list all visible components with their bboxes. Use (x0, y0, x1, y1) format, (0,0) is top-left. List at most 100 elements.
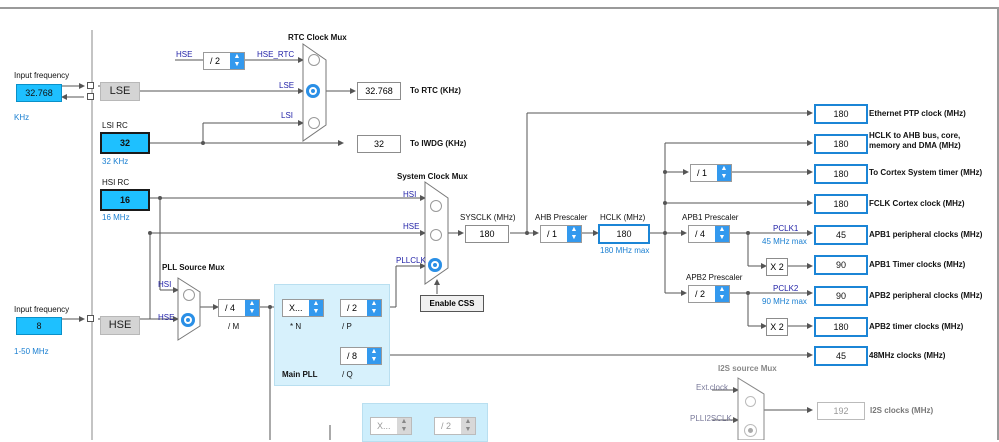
rtc-hse-divider-select[interactable]: / 2 ▲ ▼ (203, 52, 245, 70)
output-fclk-value[interactable]: 180 (814, 194, 868, 214)
output-ethernet-ptp-value[interactable]: 180 (814, 104, 868, 124)
pll-in-hsi: HSI (158, 280, 172, 289)
iwdg-value-field: 32 (357, 135, 401, 153)
sys-in-pllclk: PLLCLK (396, 256, 426, 265)
system-mux-title: System Clock Mux (397, 172, 468, 181)
chevron-updown-icon: ▲ ▼ (461, 418, 475, 434)
output-cortex-timer-value[interactable]: 180 (814, 164, 868, 184)
i2s-in-plli2sclk: PLLI2SCLK (690, 414, 732, 423)
chevron-updown-icon: ▲ ▼ (230, 53, 244, 69)
output-apb2-timer-label: APB2 timer clocks (MHz) (869, 322, 964, 331)
apb1-prescaler-value: / 4 (695, 229, 706, 239)
lse-pin-checkbox[interactable] (87, 82, 94, 89)
hse-oscillator: HSE (100, 316, 140, 335)
lsi-range: 32 KHz (102, 157, 129, 166)
plli2s-n-multiplier-value: X... (377, 421, 391, 431)
output-apb2-peripheral-label: APB2 peripheral clocks (MHz) (869, 291, 983, 300)
rtc-value-field: 32.768 (357, 82, 401, 100)
rtc-mux-radio-lse[interactable] (306, 84, 320, 98)
chevron-updown-icon: ▲ ▼ (567, 226, 581, 242)
sys-in-hsi: HSI (403, 190, 417, 199)
sys-in-hse: HSE (403, 222, 420, 231)
chevron-updown-icon: ▲ ▼ (397, 418, 411, 434)
i2s-mux-radio-ext[interactable] (745, 396, 756, 407)
pclk1-max: 45 MHz max (762, 237, 807, 246)
i2s-in-ext-clock: Ext.clock (696, 383, 729, 392)
output-apb1-timer-value[interactable]: 90 (814, 255, 868, 275)
pll-q-label: / Q (342, 370, 353, 379)
output-hclk-value[interactable]: 180 (814, 134, 868, 154)
chevron-updown-icon: ▲ ▼ (245, 300, 259, 316)
ahb-prescaler-select[interactable]: / 1 ▲ ▼ (540, 225, 582, 243)
sys-mux-radio-pllclk[interactable] (428, 258, 442, 272)
apb1-timer-mult: X 2 (766, 258, 788, 276)
sys-mux-radio-hse[interactable] (430, 229, 442, 241)
i2s-mux-radio-plli2s[interactable] (744, 424, 757, 437)
output-cortex-timer-label: To Cortex System timer (MHz) (869, 168, 983, 177)
output-apb1-peripheral-value[interactable]: 45 (814, 225, 868, 245)
enable-css-button[interactable]: Enable CSS (420, 295, 484, 312)
lse-unit: KHz (14, 113, 30, 122)
apb1-prescaler-label: APB1 Prescaler (682, 213, 739, 222)
hclk-label: HCLK (MHz) (600, 213, 646, 222)
output-48mhz-value[interactable]: 45 (814, 346, 868, 366)
apb1-prescaler-select[interactable]: / 4 ▲ ▼ (688, 225, 730, 243)
output-apb1-timer-label: APB1 Timer clocks (MHz) (869, 260, 966, 269)
lse-oscillator: LSE (100, 82, 140, 101)
pll-m-divider-value: / 4 (225, 303, 236, 313)
pll-src-radio-hsi[interactable] (183, 289, 195, 301)
pll-m-label: / M (228, 322, 240, 331)
hse-range: 1-50 MHz (14, 347, 49, 356)
cortex-timer-divider-select[interactable]: / 1 ▲ ▼ (690, 164, 732, 182)
chevron-updown-icon: ▲ ▼ (367, 348, 381, 364)
output-apb2-peripheral-value[interactable]: 90 (814, 286, 868, 306)
hclk-value-field[interactable]: 180 (598, 224, 650, 244)
apb2-prescaler-select[interactable]: / 2 ▲ ▼ (688, 285, 730, 303)
pll-p-divider-value: / 2 (347, 303, 358, 313)
i2s-value-field: 192 (817, 402, 865, 420)
pll-m-divider-select[interactable]: / 4 ▲ ▼ (218, 299, 260, 317)
chevron-updown-icon: ▲ ▼ (715, 286, 729, 302)
rtc-hse-divider-value: / 2 (210, 56, 221, 66)
chevron-updown-icon: ▲ ▼ (715, 226, 729, 242)
lse-input-label: Input frequency (14, 71, 70, 80)
rtc-mux-radio-lsi[interactable] (308, 117, 320, 129)
pll-p-divider-select[interactable]: / 2 ▲ ▼ (340, 299, 382, 317)
hsi-value-field[interactable]: 16 (100, 189, 150, 211)
chevron-updown-icon: ▲ ▼ (717, 165, 731, 181)
apb2-prescaler-label: APB2 Prescaler (686, 273, 743, 282)
hsi-title: HSI RC (102, 178, 130, 187)
rtc-in-hse: HSE (176, 50, 193, 59)
lsi-value-field[interactable]: 32 (100, 132, 150, 154)
lsi-title: LSI RC (102, 121, 128, 130)
output-hclk-label: HCLK to AHB bus, core, (869, 131, 961, 140)
output-fclk-label: FCLK Cortex clock (MHz) (869, 199, 965, 208)
pclk2-max: 90 MHz max (762, 297, 807, 306)
pll-q-divider-select[interactable]: / 8 ▲ ▼ (340, 347, 382, 365)
plli2s-r-divider-select[interactable]: / 2 ▲ ▼ (434, 417, 476, 435)
output-apb1-peripheral-label: APB1 peripheral clocks (MHz) (869, 230, 983, 239)
rtc-mux-title: RTC Clock Mux (288, 33, 347, 42)
lse-pin2-checkbox[interactable] (87, 93, 94, 100)
iwdg-output-label: To IWDG (KHz) (410, 139, 467, 148)
pll-in-hse: HSE (158, 313, 175, 322)
hse-input-label: Input frequency (14, 305, 70, 314)
lse-input-field[interactable]: 32.768 (16, 84, 62, 102)
pll-source-mux-title: PLL Source Mux (162, 263, 225, 272)
pll-q-divider-value: / 8 (347, 351, 358, 361)
output-apb2-timer-value[interactable]: 180 (814, 317, 868, 337)
rtc-in-hse-rtc: HSE_RTC (257, 50, 295, 59)
ahb-prescaler-label: AHB Prescaler (535, 213, 588, 222)
ahb-prescaler-value: / 1 (547, 229, 558, 239)
pll-source-mux-shape (177, 277, 201, 341)
plli2s-n-multiplier-select[interactable]: X... ▲ ▼ (370, 417, 412, 435)
sys-mux-radio-hsi[interactable] (430, 200, 442, 212)
pll-src-radio-hse[interactable] (181, 313, 195, 327)
rtc-in-lse: LSE (279, 81, 295, 90)
hse-pin-checkbox[interactable] (87, 315, 94, 322)
rtc-in-lsi: LSI (281, 111, 294, 120)
rtc-mux-radio-hse-rtc[interactable] (308, 54, 320, 66)
apb2-timer-mult: X 2 (766, 318, 788, 336)
hse-input-field[interactable]: 8 (16, 317, 62, 335)
pll-n-multiplier-select[interactable]: X... ▲ ▼ (282, 299, 324, 317)
